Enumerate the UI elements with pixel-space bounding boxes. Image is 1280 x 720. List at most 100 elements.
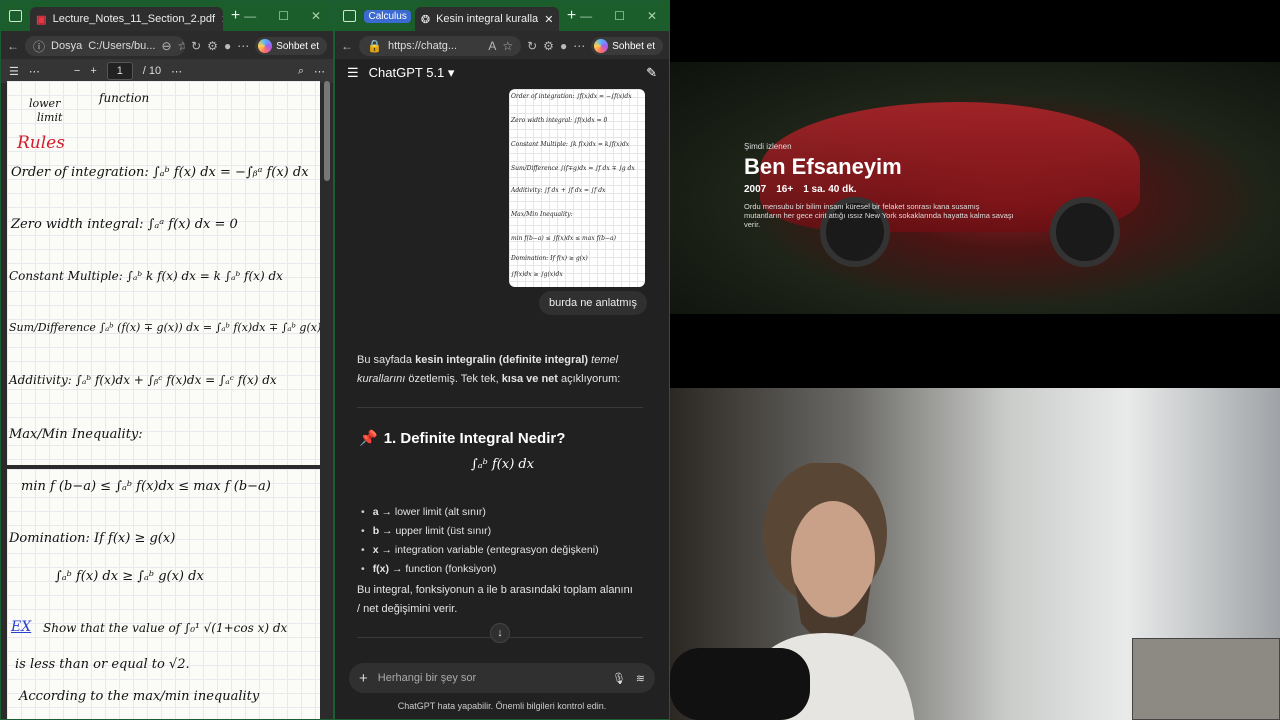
scroll-down-button[interactable]: ↓ — [490, 623, 510, 643]
list-item: x → integration variable (entegrasyon de… — [361, 541, 599, 560]
more-tools-icon[interactable]: ⋯ — [29, 65, 40, 78]
close-window-icon[interactable]: ✕ — [311, 9, 321, 23]
copilot-label: Sohbet et — [276, 40, 319, 52]
now-watching-label: Şimdi izlenen — [744, 142, 792, 151]
movie-year: 2007 — [744, 184, 767, 195]
address-url: C:/Users/bu... — [88, 40, 156, 52]
close-tab-icon[interactable]: ✕ — [221, 13, 223, 26]
minimize-icon[interactable]: — — [244, 9, 256, 23]
read-aloud-icon[interactable]: A — [488, 39, 496, 53]
rule-domination: Domination: If f(x) ≥ g(x) — [9, 531, 176, 546]
copilot-chat-button[interactable]: Sohbet et — [591, 37, 663, 55]
prompt-placeholder: Herhangi bir şey sor — [377, 672, 477, 684]
thumb-line: min f(b−a) ≤ ∫f(x)dx ≤ max f(b−a) — [511, 235, 616, 242]
profile-icon[interactable]: ● — [560, 39, 567, 53]
back-icon[interactable]: ← — [341, 39, 353, 53]
address-url: https://chatg... — [387, 40, 458, 52]
thumb-line: ∫f(x)dx ≥ ∫g(x)dx — [511, 271, 563, 278]
tab-group-label[interactable]: Calculus — [364, 9, 411, 23]
model-name: ChatGPT 5.1 — [368, 65, 445, 80]
movie-title: Ben Efsaneyim — [744, 154, 902, 179]
address-label: Dosya — [51, 40, 83, 52]
rule-domination-formula: ∫ₐᵇ f(x) dx ≥ ∫ₐᵇ g(x) dx — [55, 569, 204, 584]
tab-pdf[interactable]: ▣ Lecture_Notes_11_Section_2.pdf ✕ — [30, 7, 223, 31]
toc-icon[interactable]: ☰ — [9, 65, 19, 78]
tab-title: Kesin integral kuralla — [436, 13, 539, 25]
example-label: EX — [11, 619, 32, 635]
extensions-icon[interactable]: ⚙ — [207, 39, 218, 53]
prompt-input[interactable]: + Herhangi bir şey sor 🎙 ≋ — [349, 663, 655, 693]
movie-banner[interactable]: Şimdi izlenen Ben Efsaneyim 2007 16+ 1 s… — [670, 62, 1280, 314]
search-icon[interactable]: ⌕ — [298, 65, 304, 78]
maximize-icon[interactable]: ☐ — [614, 9, 625, 23]
refresh-icon[interactable]: ↻ — [191, 39, 201, 53]
workspaces-icon[interactable] — [343, 10, 357, 22]
maximize-icon[interactable]: ☐ — [278, 9, 289, 23]
copilot-chat-button[interactable]: Sohbet et — [255, 37, 327, 55]
new-chat-icon[interactable]: ✎ — [646, 65, 657, 81]
pdf-icon: ▣ — [36, 13, 47, 26]
zoom-in-icon[interactable]: + — [90, 65, 96, 77]
rule-maxmin: Max/Min Inequality: — [9, 427, 143, 442]
copilot-label: Sohbet et — [612, 40, 655, 52]
rule-maxmin-formula: min f (b−a) ≤ ∫ₐᵇ f(x)dx ≤ max f (b−a) — [21, 479, 271, 494]
more-icon[interactable]: ⋯ — [237, 39, 249, 53]
attach-icon[interactable]: + — [359, 670, 368, 687]
url-field[interactable]: 🔒 https://chatg... A ☆ — [359, 36, 522, 56]
uploaded-image-thumbnail[interactable]: Order of integration: ∫f(x)dx = −∫f(x)dx… — [509, 89, 645, 287]
intro-text: Bu sayfada — [357, 354, 416, 366]
list-item: a → lower limit (alt sınır) — [361, 503, 599, 522]
zoom-icon[interactable]: ⊖ — [161, 39, 171, 53]
refresh-icon[interactable]: ↻ — [527, 39, 537, 53]
thumb-line: Zero width integral: ∫f(x)dx = 0 — [511, 117, 608, 124]
close-tab-icon[interactable]: ✕ — [544, 13, 553, 26]
page-number-input[interactable]: 1 — [106, 62, 133, 80]
minimize-icon[interactable]: — — [580, 9, 592, 23]
favorite-icon[interactable]: ☆ — [502, 39, 513, 53]
view-options-icon[interactable]: ⋯ — [171, 65, 182, 78]
webcam-feed — [670, 388, 1280, 720]
voice-mode-icon[interactable]: ≋ — [636, 672, 645, 685]
tab-chatgpt[interactable]: ❂ Kesin integral kuralla ✕ — [414, 7, 559, 31]
back-icon[interactable]: ← — [7, 39, 19, 53]
picture-in-picture-view — [1132, 638, 1280, 720]
new-tab-button[interactable]: + — [567, 7, 576, 25]
user-message: burda ne anlatmış — [539, 291, 648, 315]
profile-icon[interactable]: ● — [224, 39, 231, 53]
pdf-viewer-window: ▣ Lecture_Notes_11_Section_2.pdf ✕ + — ☐… — [0, 0, 334, 720]
car-wheel — [1050, 197, 1120, 267]
address-bar: ← ⓘ Dosya C:/Users/bu... ⊖ ☆ ↻ ⚙ ● ⋯ Soh… — [1, 35, 333, 57]
new-tab-button[interactable]: + — [231, 7, 240, 25]
intro-bold: kısa ve net — [501, 373, 558, 385]
scrollbar[interactable] — [324, 81, 330, 181]
microphone-icon[interactable]: 🎙 — [612, 672, 626, 685]
definition: → upper limit (üst sınır) — [379, 525, 492, 537]
lock-icon: 🔒 — [367, 39, 382, 53]
window-controls: — ☐ ✕ — [580, 9, 665, 23]
url-field[interactable]: ⓘ Dosya C:/Users/bu... ⊖ ☆ — [25, 36, 186, 56]
pushpin-icon: 📌 — [359, 430, 378, 447]
rule-constant: Constant Multiple: ∫ₐᵇ k f(x) dx = k ∫ₐᵇ… — [9, 269, 283, 283]
pdf-more-icon[interactable]: ⋯ — [314, 65, 325, 78]
favorite-icon[interactable]: ☆ — [178, 39, 186, 53]
note-lower: lower — [29, 97, 61, 110]
copilot-icon — [594, 39, 609, 53]
close-window-icon[interactable]: ✕ — [647, 9, 657, 23]
sidebar-toggle-icon[interactable]: ☰ — [347, 65, 359, 81]
assistant-paragraph: Bu integral, fonksiyonun a ile b arasınd… — [357, 584, 633, 615]
divider — [357, 407, 643, 408]
more-icon[interactable]: ⋯ — [573, 39, 585, 53]
movie-description: Ordu mensubu bir bilim insanı küresel bi… — [744, 202, 1014, 229]
intro-text: açıklıyorum: — [557, 373, 621, 385]
extensions-icon[interactable]: ⚙ — [543, 39, 554, 53]
note-function: function — [99, 91, 150, 105]
thumb-line: Max/Min Inequality: — [511, 211, 573, 218]
zoom-out-icon[interactable]: − — [74, 65, 80, 77]
thumb-line: Order of integration: ∫f(x)dx = −∫f(x)dx — [511, 93, 632, 100]
model-selector[interactable]: ChatGPT 5.1 ▾ — [369, 65, 455, 81]
definition: → integration variable (entegrasyon deği… — [378, 544, 599, 556]
workspaces-icon[interactable] — [9, 10, 23, 22]
page-total: / 10 — [142, 65, 162, 77]
movie-duration: 1 sa. 40 dk. — [803, 184, 857, 195]
info-icon: ⓘ — [33, 39, 46, 54]
